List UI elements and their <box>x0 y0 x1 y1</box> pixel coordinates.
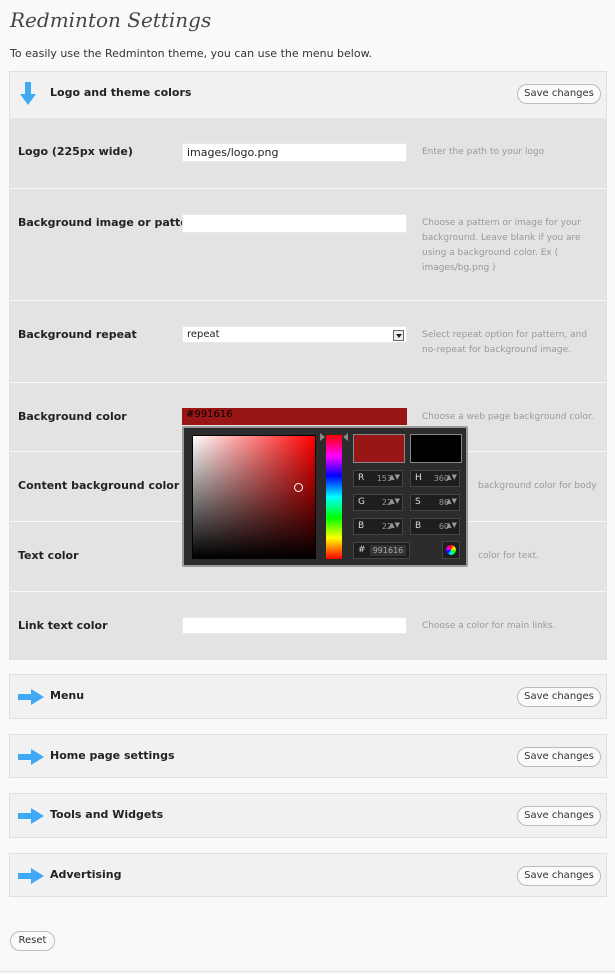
reset-button[interactable]: Reset <box>10 931 55 951</box>
save-button[interactable]: Save changes <box>517 687 601 707</box>
field-label: B <box>415 521 422 531</box>
row-help: Choose a pattern or image for your backg… <box>422 218 581 273</box>
footer-divider <box>0 971 615 972</box>
page-title: Redminton Settings <box>10 8 212 32</box>
section-title: Home page settings <box>50 749 175 762</box>
section-title: Logo and theme colors <box>50 86 192 99</box>
saturation-brightness-area[interactable] <box>192 435 316 559</box>
save-button[interactable]: Save changes <box>517 84 601 104</box>
link-color-input[interactable] <box>182 617 407 634</box>
spinner-icon[interactable]: ▲▼ <box>446 521 457 529</box>
row-label: Content background color <box>18 479 180 492</box>
row-background-repeat: Background repeat repeat Select repeat o… <box>10 300 606 382</box>
spinner-icon[interactable]: ▲▼ <box>446 473 457 481</box>
row-link-text-color: Link text color Choose a color for main … <box>10 591 606 660</box>
row-background-image: Background image or pattern Choose a pat… <box>10 188 606 300</box>
section-advertising[interactable]: Advertising Save changes <box>9 853 607 897</box>
row-label: Link text color <box>18 619 108 632</box>
blue-field[interactable]: B 22 ▲▼ <box>353 518 403 535</box>
logo-path-input[interactable]: images/logo.png <box>182 143 407 162</box>
red-field[interactable]: R 153 ▲▼ <box>353 470 403 487</box>
section-logo-theme-colors: Logo and theme colors Save changes Logo … <box>9 71 607 660</box>
section-menu[interactable]: Menu Save changes <box>9 674 607 719</box>
new-color-swatch <box>353 434 405 463</box>
row-logo: Logo (225px wide) images/logo.png Enter … <box>10 117 606 188</box>
picker-cursor[interactable] <box>294 483 303 492</box>
section-tools-and-widgets[interactable]: Tools and Widgets Save changes <box>9 793 607 838</box>
current-color-swatch[interactable] <box>410 434 462 463</box>
arrow-right-icon[interactable] <box>18 808 44 824</box>
hex-value[interactable]: 991616 <box>370 545 406 556</box>
row-label: Text color <box>18 549 79 562</box>
hue-slider[interactable] <box>326 435 342 559</box>
save-button[interactable]: Save changes <box>517 747 601 767</box>
row-label: Background repeat <box>18 328 137 341</box>
brightness-field[interactable]: B 60 ▲▼ <box>410 518 460 535</box>
chevron-down-icon[interactable] <box>393 330 404 341</box>
hue-field[interactable]: H 360 ▲▼ <box>410 470 460 487</box>
green-field[interactable]: G 22 ▲▼ <box>353 494 403 511</box>
intro-text: To easily use the Redminton theme, you c… <box>10 47 373 60</box>
section-header[interactable]: Logo and theme colors Save changes <box>10 72 606 114</box>
save-button[interactable]: Save changes <box>517 806 601 826</box>
hex-field[interactable]: # 991616 <box>353 542 410 559</box>
select-value: repeat <box>187 329 220 340</box>
color-picker: R 153 ▲▼ H 360 ▲▼ G 22 ▲▼ S 86 ▲▼ B 22 ▲… <box>182 426 468 567</box>
section-title: Advertising <box>50 868 122 881</box>
arrow-right-icon[interactable] <box>18 868 44 884</box>
arrow-right-icon[interactable] <box>18 689 44 705</box>
row-help: background color for body <box>478 481 597 491</box>
hue-marker-right[interactable] <box>343 433 348 441</box>
background-color-input[interactable]: #991616 <box>182 408 407 425</box>
row-label: Logo (225px wide) <box>18 145 133 158</box>
field-label: # <box>358 545 366 555</box>
spinner-icon[interactable]: ▲▼ <box>389 473 400 481</box>
row-label: Background image or pattern <box>18 216 202 229</box>
save-button[interactable]: Save changes <box>517 866 601 886</box>
field-label: S <box>415 497 421 507</box>
field-label: R <box>358 473 365 483</box>
row-help: Enter the path to your logo <box>422 147 545 157</box>
background-image-input[interactable] <box>182 214 407 233</box>
spinner-icon[interactable]: ▲▼ <box>446 497 457 505</box>
row-help: color for text. <box>478 551 539 561</box>
row-label: Background color <box>18 410 127 423</box>
arrow-down-icon[interactable] <box>20 82 36 106</box>
color-wheel-icon <box>446 545 456 555</box>
row-help: Choose a color for main links. <box>422 621 556 631</box>
section-home-page-settings[interactable]: Home page settings Save changes <box>9 734 607 778</box>
section-title: Menu <box>50 689 85 702</box>
spinner-icon[interactable]: ▲▼ <box>389 497 400 505</box>
row-help: Select repeat option for pattern, and no… <box>422 330 588 355</box>
spinner-icon[interactable]: ▲▼ <box>389 521 400 529</box>
color-wheel-button[interactable] <box>442 541 460 559</box>
field-label: G <box>358 497 365 507</box>
saturation-field[interactable]: S 86 ▲▼ <box>410 494 460 511</box>
field-label: B <box>358 521 365 531</box>
hue-marker-left[interactable] <box>320 433 325 441</box>
background-repeat-select[interactable]: repeat <box>182 326 407 343</box>
section-title: Tools and Widgets <box>50 808 164 821</box>
field-label: H <box>415 473 422 483</box>
row-help: Choose a web page background color. <box>422 412 594 422</box>
arrow-right-icon[interactable] <box>18 749 44 765</box>
